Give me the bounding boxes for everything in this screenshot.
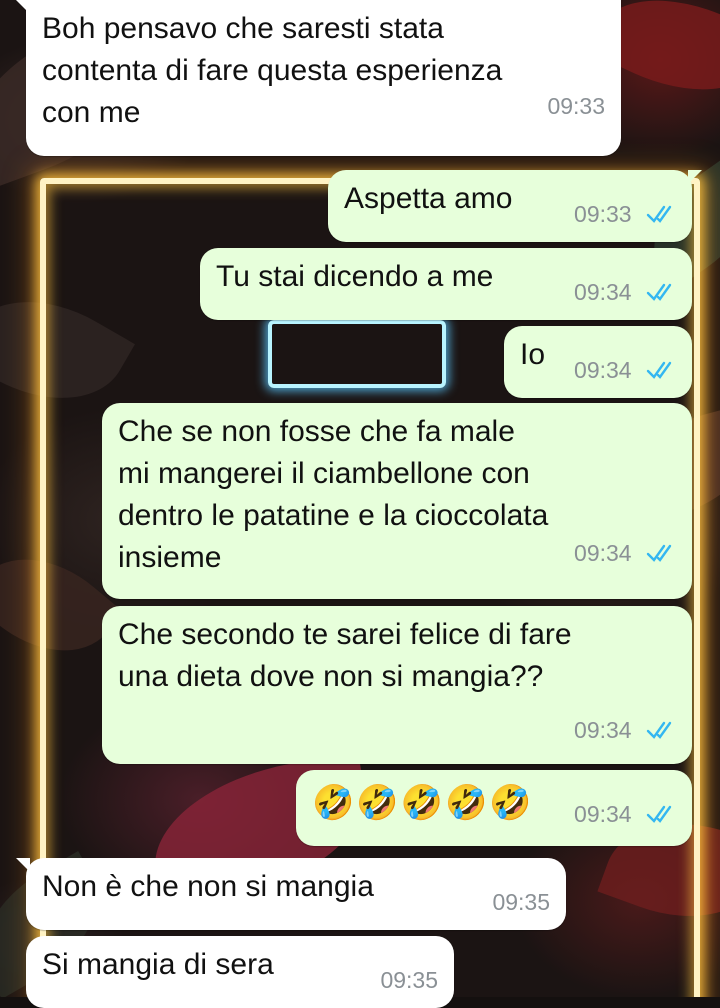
message-bubble-incoming[interactable]: Si mangia di sera 09:35 (26, 936, 454, 1008)
message-time: 09:34 (574, 800, 632, 827)
message-meta: 09:34 (574, 539, 676, 565)
read-receipt-icon (646, 544, 672, 562)
read-receipt-icon (646, 721, 672, 739)
message-time: 09:33 (574, 200, 632, 227)
message-time: 09:34 (574, 356, 632, 383)
read-receipt-icon (646, 283, 672, 301)
message-text: Che secondo te sarei felice di fare una … (118, 618, 572, 693)
message-bubble-outgoing[interactable]: Io 09:34 (504, 326, 692, 398)
read-receipt-icon (646, 205, 672, 223)
message-meta: 09:34 (574, 800, 676, 826)
message-meta: 09:34 (574, 278, 676, 304)
message-text: Boh pensavo che saresti stata contenta d… (42, 12, 503, 129)
message-meta: 09:33 (574, 200, 676, 226)
message-time: 09:34 (574, 716, 632, 743)
message-bubble-incoming[interactable]: Boh pensavo che saresti stata contenta d… (16, 0, 621, 156)
message-text: Io (520, 338, 546, 371)
message-emoji-text: 🤣🤣🤣🤣🤣 (312, 784, 534, 822)
message-text: Che se non fosse che fa male mi mangerei… (118, 415, 549, 574)
message-meta: 09:35 (492, 888, 550, 914)
message-time: 09:34 (574, 278, 632, 305)
message-meta: 09:33 (547, 92, 605, 118)
message-text: Si mangia di sera (42, 948, 274, 981)
message-bubble-outgoing[interactable]: Aspetta amo 09:33 (328, 170, 702, 242)
neon-sign-decoration (268, 320, 446, 388)
message-meta: 09:34 (118, 706, 676, 748)
read-receipt-icon (646, 805, 672, 823)
message-meta: 09:35 (380, 966, 438, 992)
message-text: Tu stai dicendo a me (216, 260, 494, 293)
message-time: 09:33 (547, 92, 605, 119)
message-bubble-outgoing[interactable]: 🤣🤣🤣🤣🤣 09:34 (296, 770, 692, 846)
message-time: 09:35 (380, 966, 438, 993)
message-bubble-outgoing[interactable]: Che se non fosse che fa male mi mangerei… (102, 403, 692, 599)
read-receipt-icon (646, 361, 672, 379)
message-time: 09:34 (574, 539, 632, 566)
message-bubble-outgoing[interactable]: Che secondo te sarei felice di fare una … (102, 606, 692, 764)
message-text: Aspetta amo (344, 182, 513, 215)
message-time: 09:35 (492, 888, 550, 915)
message-bubble-incoming[interactable]: Non è che non si mangia 09:35 (16, 858, 566, 930)
message-bubble-outgoing[interactable]: Tu stai dicendo a me 09:34 (200, 248, 692, 320)
message-text: Non è che non si mangia (42, 870, 374, 903)
message-meta: 09:34 (574, 356, 676, 382)
